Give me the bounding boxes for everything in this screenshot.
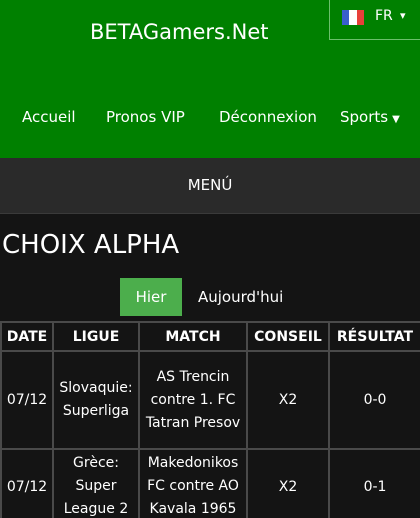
column-header-ligue: LIGUE — [52, 321, 140, 352]
menu-toggle-bar[interactable]: MENÚ — [0, 158, 420, 214]
chevron-down-icon: ▾ — [400, 9, 406, 22]
tab-aujourdhui[interactable]: Aujourd'hui — [198, 288, 283, 306]
predictions-table: DATE LIGUE MATCH CONSEIL RÉSULTAT 07/12 … — [0, 321, 420, 518]
column-header-match: MATCH — [138, 321, 248, 352]
site-header: BETAGamers.Net FR ▾ Accueil Pronos VIP D… — [0, 0, 420, 158]
cell-conseil: X2 — [246, 448, 330, 518]
nav-accueil[interactable]: Accueil — [22, 108, 76, 126]
page-title: CHOIX ALPHA — [2, 230, 180, 260]
table-row: 07/12 Slovaquie: Superliga AS Trencin co… — [0, 350, 420, 450]
cell-match: AS Trencin contre 1. FC Tatran Presov — [138, 350, 248, 450]
cell-ligue: Slovaquie: Superliga — [52, 350, 140, 450]
menu-label: MENÚ — [187, 176, 233, 194]
site-title[interactable]: BETAGamers.Net — [90, 20, 269, 44]
tab-hier[interactable]: Hier — [120, 278, 182, 316]
nav-pronos-vip[interactable]: Pronos VIP — [106, 108, 185, 126]
language-selector[interactable]: FR ▾ — [329, 0, 420, 40]
nav-sports-dropdown[interactable]: Sports ▼ — [340, 108, 400, 126]
cell-conseil: X2 — [246, 350, 330, 450]
cell-resultat: 0-1 — [328, 448, 420, 518]
cell-ligue: Grèce: Super League 2 — [52, 448, 140, 518]
nav-deconnexion[interactable]: Déconnexion — [219, 108, 317, 126]
column-header-date: DATE — [0, 321, 54, 352]
language-label: FR — [375, 8, 393, 24]
nav-sports-label: Sports — [340, 108, 389, 126]
cell-date: 07/12 — [0, 448, 54, 518]
column-header-conseil: CONSEIL — [246, 321, 330, 352]
table-header-row: DATE LIGUE MATCH CONSEIL RÉSULTAT — [0, 321, 420, 352]
caret-down-icon: ▼ — [392, 114, 400, 125]
cell-resultat: 0-0 — [328, 350, 420, 450]
cell-match: Makedonikos FC contre AO Kavala 1965 — [138, 448, 248, 518]
french-flag-icon — [342, 10, 364, 25]
column-header-resultat: RÉSULTAT — [328, 321, 420, 352]
table-row: 07/12 Grèce: Super League 2 Makedonikos … — [0, 448, 420, 518]
cell-date: 07/12 — [0, 350, 54, 450]
